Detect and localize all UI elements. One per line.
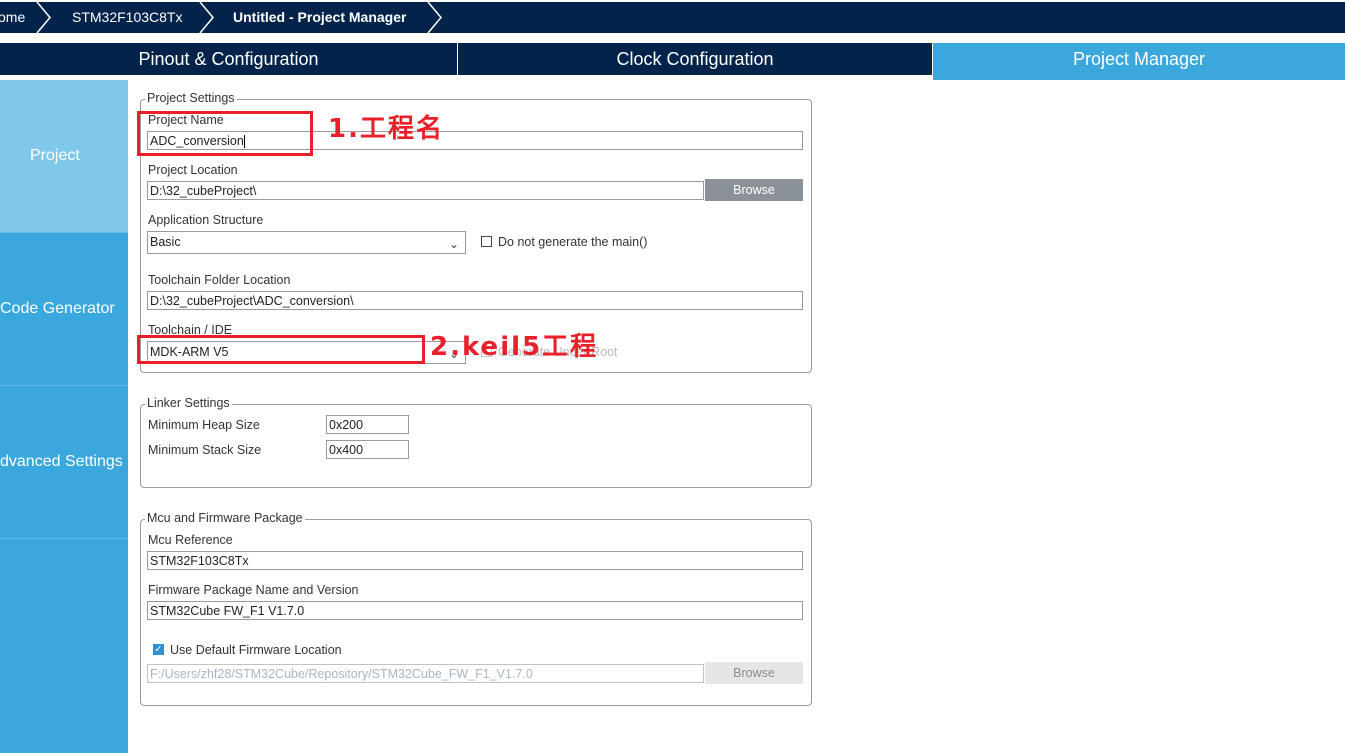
application-structure-value: Basic <box>150 235 181 249</box>
use-default-location-label: Use Default Firmware Location <box>170 643 342 657</box>
sidebar-item-code-generator[interactable]: Code Generator <box>0 233 128 386</box>
group-title: Mcu and Firmware Package <box>145 511 305 525</box>
chevron-right-icon <box>199 2 214 33</box>
sidebar-item-advanced-settings[interactable]: dvanced Settings <box>0 386 128 539</box>
heap-size-label: Minimum Heap Size <box>148 418 260 432</box>
annotation-box-toolchain <box>137 335 425 364</box>
breadcrumb: ome STM32F103C8Tx Untitled - Project Man… <box>0 0 1345 34</box>
firmware-name-input[interactable]: STM32Cube FW_F1 V1.7.0 <box>147 601 803 620</box>
annotation-note-project-name: 1.工程名 <box>328 114 444 144</box>
sidebar-item-label: dvanced Settings <box>0 453 123 470</box>
application-structure-select[interactable]: Basic ⌄ <box>147 231 466 254</box>
toolchain-folder-label: Toolchain Folder Location <box>148 273 291 287</box>
group-title: Linker Settings <box>145 396 232 410</box>
breadcrumb-current[interactable]: Untitled - Project Manager <box>233 2 406 33</box>
chevron-down-icon: ⌄ <box>448 237 459 251</box>
sidebar: Project Code Generator dvanced Settings <box>0 80 128 753</box>
main-tabs: Pinout & Configuration Clock Configurati… <box>0 43 1345 80</box>
chevron-right-icon <box>36 2 51 33</box>
tab-clock-configuration[interactable]: Clock Configuration <box>458 43 932 75</box>
mcu-reference-input[interactable]: STM32F103C8Tx <box>147 551 803 570</box>
toolchain-folder-input[interactable]: D:\32_cubeProject\ADC_conversion\ <box>147 291 803 310</box>
no-main-checkbox[interactable] <box>481 236 492 247</box>
firmware-location-input[interactable]: F:/Users/zhf28/STM32Cube/Repository/STM3… <box>147 664 704 683</box>
sidebar-item-label: Code Generator <box>0 300 115 317</box>
breadcrumb-home[interactable]: ome <box>0 2 25 33</box>
breadcrumb-mcu[interactable]: STM32F103C8Tx <box>72 2 182 33</box>
annotation-box-project-name <box>137 111 313 156</box>
stack-size-input[interactable]: 0x400 <box>326 440 409 459</box>
group-title: Project Settings <box>145 91 237 105</box>
sidebar-item-label: Project <box>30 147 80 164</box>
project-location-input[interactable]: D:\32_cubeProject\ <box>147 181 704 200</box>
firmware-name-label: Firmware Package Name and Version <box>148 583 359 597</box>
browse-location-button[interactable]: Browse <box>705 179 803 201</box>
heap-size-input[interactable]: 0x200 <box>326 415 409 434</box>
stack-size-label: Minimum Stack Size <box>148 443 262 457</box>
use-default-location-checkbox[interactable]: ✓ <box>153 644 164 655</box>
no-main-label: Do not generate the main() <box>498 235 648 249</box>
browse-firmware-button[interactable]: Browse <box>705 662 803 684</box>
mcu-reference-label: Mcu Reference <box>148 533 233 547</box>
tab-project-manager[interactable]: Project Manager <box>933 43 1345 80</box>
chevron-right-icon <box>427 2 442 33</box>
application-structure-label: Application Structure <box>148 213 264 227</box>
tab-pinout-configuration[interactable]: Pinout & Configuration <box>0 43 457 75</box>
project-location-label: Project Location <box>148 163 238 177</box>
sidebar-item-project[interactable]: Project <box>0 80 128 233</box>
annotation-note-toolchain: 2.keil5工程 <box>430 332 599 362</box>
